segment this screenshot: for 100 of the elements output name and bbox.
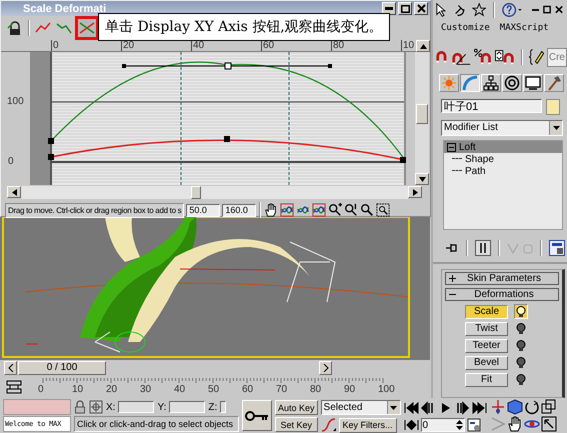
minus-box-icon[interactable] (447, 142, 456, 152)
maximize-icon (400, 4, 410, 12)
coordinate-field[interactable] (169, 401, 206, 413)
help-icon[interactable] (502, 2, 524, 18)
script-input-field[interactable] (3, 399, 71, 415)
next-frame-button[interactable] (319, 361, 332, 375)
waves-icon[interactable] (280, 203, 294, 217)
close-icon (416, 4, 426, 13)
percent-snap-icon[interactable] (474, 48, 492, 66)
minimize-icon (385, 7, 393, 10)
light-bulb-icon (516, 356, 526, 368)
toolbar-button[interactable] (75, 16, 99, 40)
rollout-header[interactable]: Deformations (445, 288, 559, 301)
key-filters-button[interactable]: Key Filters... (338, 418, 397, 432)
close-icon[interactable] (554, 5, 564, 15)
coordinate-field[interactable] (118, 401, 154, 413)
search-icon[interactable] (360, 203, 374, 217)
go-to-start-icon[interactable] (404, 401, 419, 415)
status-prompt: Drag to move. Ctrl-click or drag region box to add to s (5, 202, 184, 218)
bulb-toggle[interactable] (514, 304, 528, 319)
deformation-button[interactable]: Scale (465, 304, 508, 318)
minimize-icon[interactable] (532, 9, 539, 11)
maximize-viewport-icon[interactable] (540, 399, 557, 415)
set-key-button[interactable]: Set Key (275, 417, 318, 432)
value-field[interactable]: 50.0 (186, 204, 220, 216)
hammer-icon (546, 75, 562, 91)
auto-key-button[interactable]: Auto Key (275, 400, 318, 415)
scroll-down-button[interactable] (415, 173, 429, 185)
tangent-icon[interactable] (320, 417, 337, 433)
light-bulb-icon (516, 340, 526, 352)
deformation-button[interactable]: Fit (465, 372, 508, 386)
coordinate-field[interactable] (220, 401, 226, 413)
bulb-toggle[interactable] (514, 321, 528, 336)
light-bulb-icon (516, 322, 526, 334)
maximize-icon[interactable] (542, 5, 551, 15)
deformation-button[interactable]: Twist (465, 322, 508, 336)
zoom-icon[interactable] (344, 203, 358, 217)
sun-icon (441, 75, 457, 91)
scroll-left-button[interactable] (7, 186, 21, 198)
previous-key-icon[interactable] (420, 401, 436, 415)
menu-item[interactable]: MAXScript (500, 23, 549, 33)
key-icon (245, 410, 269, 422)
scroll-thumb[interactable] (416, 104, 428, 124)
status-prompt: Click or click-and-drag to select objects (74, 416, 239, 432)
stack-item[interactable]: Loft (444, 141, 562, 153)
zoom-icon[interactable] (328, 203, 342, 217)
configure-icon[interactable] (549, 240, 565, 256)
set-key-button[interactable] (242, 400, 272, 431)
ruler-label: 80 (331, 40, 401, 51)
frame-field[interactable]: 0 (420, 418, 465, 432)
star-icon[interactable] (472, 2, 486, 18)
tangent-handle[interactable] (122, 62, 332, 70)
vertical-scrollbar[interactable] (415, 52, 429, 185)
bulb-toggle[interactable] (514, 372, 528, 387)
color-swatch[interactable] (546, 99, 560, 115)
orbit-icon[interactable] (524, 399, 540, 415)
lock-icon[interactable] (74, 400, 86, 414)
stack-item[interactable]: Shape (444, 153, 562, 165)
light-bulb-icon (516, 374, 526, 386)
zoom-extents-icon[interactable] (540, 416, 557, 432)
key-mode-dropdown[interactable]: Selected (320, 400, 401, 415)
monitor-icon (525, 75, 541, 91)
tick-label: 40 (174, 384, 186, 396)
track-bar-icon[interactable] (6, 380, 22, 394)
next-key-icon[interactable] (454, 401, 470, 415)
previous-frame-button[interactable] (4, 361, 17, 375)
waves-icon[interactable] (312, 203, 326, 217)
ruler-label: 0 (51, 40, 121, 51)
menu-item[interactable]: Customize (441, 23, 490, 33)
spinner-snap-icon[interactable] (495, 48, 516, 66)
selection-set-field[interactable]: Cre (546, 48, 567, 66)
rollout-header[interactable]: Skin Parameters (445, 272, 559, 285)
value-field[interactable]: 160.0 (222, 204, 256, 216)
deformation-button[interactable]: Teeter (465, 338, 508, 352)
hand-icon[interactable] (264, 203, 278, 217)
spinner-icon (456, 419, 463, 431)
pin-icon[interactable] (445, 242, 459, 254)
stack-item[interactable]: Path (444, 165, 562, 177)
zoom-region-icon[interactable] (376, 203, 390, 217)
maximize-button[interactable] (398, 2, 412, 15)
close-button[interactable] (414, 2, 428, 15)
object-name-field[interactable]: 叶子01 (441, 99, 542, 113)
callout-note: 单击 Display XY Axis 按钮,观察曲线变化。 (98, 13, 390, 41)
target-icon (504, 75, 520, 91)
scroll-up-button[interactable] (416, 40, 430, 52)
coordinate-label: Z: (208, 402, 218, 412)
scroll-right-button[interactable] (408, 186, 422, 198)
bulb-toggle[interactable] (514, 355, 528, 370)
horizontal-scrollbar[interactable] (21, 186, 408, 199)
minimize-button[interactable] (382, 2, 396, 15)
deformation-button[interactable]: Bevel (465, 356, 508, 370)
named-selection-icon[interactable] (529, 48, 544, 66)
modifier-list-dropdown[interactable]: Modifier List (441, 120, 563, 136)
hierarchy-icon (483, 75, 499, 91)
frame-counter[interactable]: 0 / 100 (18, 361, 106, 375)
go-to-end-icon[interactable] (472, 401, 487, 415)
window-title: Scale Deformati (22, 2, 106, 14)
pan-icon[interactable] (506, 416, 523, 432)
scroll-thumb[interactable] (191, 186, 201, 199)
bulb-toggle[interactable] (514, 338, 528, 353)
